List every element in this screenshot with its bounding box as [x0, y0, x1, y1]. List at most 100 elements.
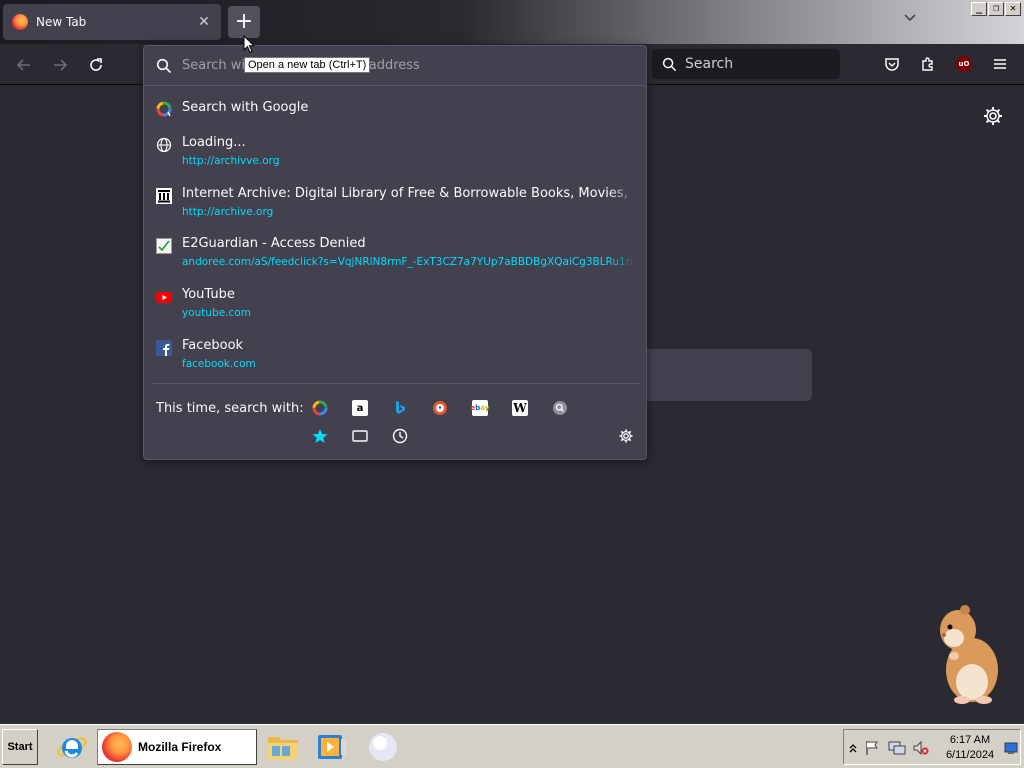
ublock-icon: uO	[956, 56, 972, 72]
search-settings-button[interactable]	[616, 426, 636, 446]
result-title: Internet Archive: Digital Library of Fre…	[182, 186, 632, 201]
engine-duckduckgo[interactable]	[430, 398, 450, 418]
internet-explorer-icon	[57, 737, 87, 758]
result-archivve[interactable]: Loading... http://archivve.org	[154, 135, 638, 179]
gear-icon	[619, 429, 633, 443]
media-player-icon	[318, 735, 346, 759]
result-facebook[interactable]: Facebook facebook.com	[154, 338, 638, 382]
search-icon	[156, 58, 172, 73]
one-off-divider	[152, 383, 640, 384]
clock-date: 6/11/2024	[945, 749, 995, 761]
explorer-launcher[interactable]	[266, 729, 300, 765]
bing-icon	[396, 401, 405, 414]
firefox-taskbar-button[interactable]: Mozilla Firefox	[97, 729, 257, 765]
title-fade	[608, 186, 638, 204]
hamster-pet-icon	[940, 605, 998, 704]
engine-ebay[interactable]: ebay	[470, 398, 490, 418]
result-title: Search with Google	[182, 100, 309, 115]
wikipedia-icon: W	[512, 400, 528, 416]
firefox-icon	[102, 732, 132, 762]
close-tab-button[interactable]: ✕	[195, 13, 213, 31]
reload-button[interactable]	[83, 52, 109, 78]
tab-icon	[352, 430, 368, 442]
restore-button[interactable]: ❐	[988, 2, 1004, 16]
google-icon	[312, 400, 328, 416]
youtube-icon	[156, 289, 172, 305]
internet-explorer-launcher[interactable]	[54, 729, 90, 765]
app-orb-launcher[interactable]	[365, 729, 401, 765]
flag-icon	[866, 741, 878, 755]
engine-other[interactable]	[550, 398, 570, 418]
extensions-button[interactable]	[918, 54, 938, 74]
clock[interactable]: 6:17 AM 6/11/2024	[940, 733, 1000, 763]
window-controls: _ ❐ ✕	[971, 2, 1021, 16]
result-url: http://archivve.org	[182, 155, 280, 167]
clock-time: 6:17 AM	[949, 734, 991, 746]
engine-bing[interactable]	[390, 398, 410, 418]
pocket-icon	[885, 58, 899, 71]
tab-new-tab[interactable]: New Tab ✕	[3, 4, 221, 40]
mouse-cursor-icon	[243, 35, 255, 54]
globe-icon	[156, 137, 172, 153]
new-tab-button[interactable]: +	[228, 6, 260, 38]
engine-google[interactable]	[310, 398, 330, 418]
urlbar-input[interactable]: Search with Google or enter address	[144, 46, 646, 86]
folder-icon	[268, 737, 298, 760]
result-youtube[interactable]: YouTube youtube.com	[154, 287, 638, 331]
menu-button[interactable]	[990, 54, 1010, 74]
ublock-button[interactable]: uO	[954, 54, 974, 74]
back-button[interactable]	[11, 52, 37, 78]
tab-title: New Tab	[36, 15, 87, 29]
mode-tabs[interactable]	[350, 426, 370, 446]
ebay-icon: ebay	[470, 400, 490, 416]
urlbar-dropdown: Search with Google or enter address Sear…	[143, 45, 647, 460]
mode-bookmarks[interactable]	[310, 426, 330, 446]
result-e2guardian[interactable]: E2Guardian - Access Denied andoree.com/a…	[154, 236, 638, 280]
archive-icon	[156, 188, 172, 204]
engine-wikipedia[interactable]: W	[510, 398, 530, 418]
duckduckgo-icon	[433, 401, 447, 415]
hamburger-icon	[994, 59, 1006, 69]
result-internet-archive[interactable]: Internet Archive: Digital Library of Fre…	[154, 186, 638, 230]
volume-button[interactable]	[912, 740, 930, 756]
page-settings-button[interactable]	[982, 105, 1004, 127]
url-fade	[608, 256, 638, 274]
network-icon	[888, 741, 906, 755]
system-tray: 6:17 AM 6/11/2024	[843, 729, 1021, 765]
list-all-tabs-button[interactable]	[902, 14, 918, 30]
mode-history[interactable]	[390, 426, 410, 446]
search-engine-icon	[553, 401, 567, 415]
close-window-button[interactable]: ✕	[1005, 2, 1021, 16]
action-center-button[interactable]	[864, 740, 880, 756]
arrow-right-icon	[54, 59, 68, 71]
one-off-label: This time, search with:	[156, 401, 304, 416]
arrow-left-icon	[16, 59, 30, 71]
minimize-button[interactable]: _	[971, 2, 987, 16]
media-player-launcher[interactable]	[316, 729, 348, 765]
engine-amazon[interactable]: a	[350, 398, 370, 418]
firefox-icon	[12, 14, 28, 30]
facebook-icon	[156, 340, 172, 356]
orb-icon	[369, 733, 397, 761]
pocket-button[interactable]	[882, 54, 902, 74]
result-title: E2Guardian - Access Denied	[182, 236, 366, 251]
gear-icon	[984, 107, 1002, 125]
search-bar-placeholder: Search	[685, 56, 734, 72]
star-icon	[312, 429, 328, 443]
forward-button[interactable]	[47, 52, 73, 78]
chevron-up-icon	[849, 744, 857, 753]
puzzle-icon	[922, 57, 933, 71]
network-button[interactable]	[888, 740, 906, 756]
reload-icon	[90, 58, 102, 71]
desktop-icon	[1004, 742, 1018, 754]
clock-icon	[392, 428, 408, 444]
new-tab-tooltip: Open a new tab (Ctrl+T)	[244, 57, 371, 73]
show-hidden-icons-button[interactable]	[848, 740, 858, 754]
search-bar[interactable]: Search	[652, 49, 840, 79]
result-title: Facebook	[182, 338, 244, 353]
taskbar: Start Mozilla Firefox 6:17 AM 6/11/2024	[0, 724, 1024, 768]
page-search-box[interactable]	[640, 349, 812, 401]
result-url: andoree.com/aS/feedclick?s=VqjNRlN8rmF_-…	[182, 256, 632, 268]
start-button[interactable]: Start	[2, 729, 38, 765]
show-desktop-button[interactable]	[1004, 740, 1018, 754]
